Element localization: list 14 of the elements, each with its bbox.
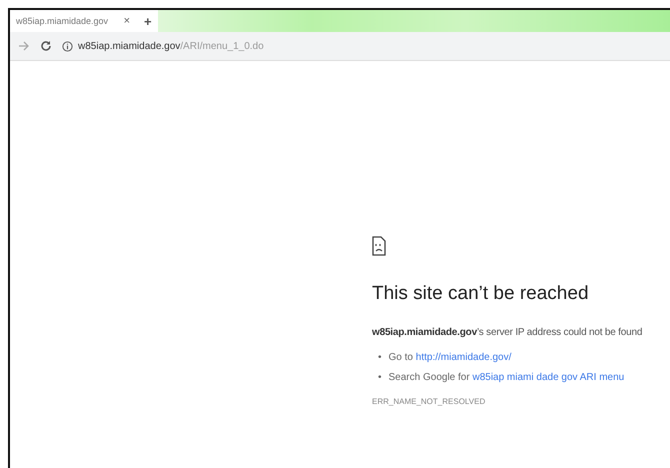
tab-title: w85iap.miamidade.gov (16, 16, 108, 26)
suggestion-text: Search Google for (388, 372, 470, 383)
reload-icon[interactable] (40, 40, 52, 52)
suggestion-link[interactable]: http://miamidade.gov/ (416, 352, 512, 363)
new-tab-button[interactable]: + (138, 10, 158, 32)
error-code: ERR_NAME_NOT_RESOLVED (372, 397, 486, 406)
suggestion-text: Go to (388, 352, 413, 363)
suggestion-link[interactable]: w85iap miami dade gov ARI menu (472, 372, 624, 383)
error-message: w85iap.miamidade.gov’s server IP address could not be found (372, 327, 644, 338)
sad-page-icon (372, 236, 386, 256)
error-heading: This site can’t be reached (372, 283, 590, 305)
bullet: • (378, 352, 382, 363)
info-icon (62, 40, 73, 52)
bullet: • (378, 372, 382, 383)
